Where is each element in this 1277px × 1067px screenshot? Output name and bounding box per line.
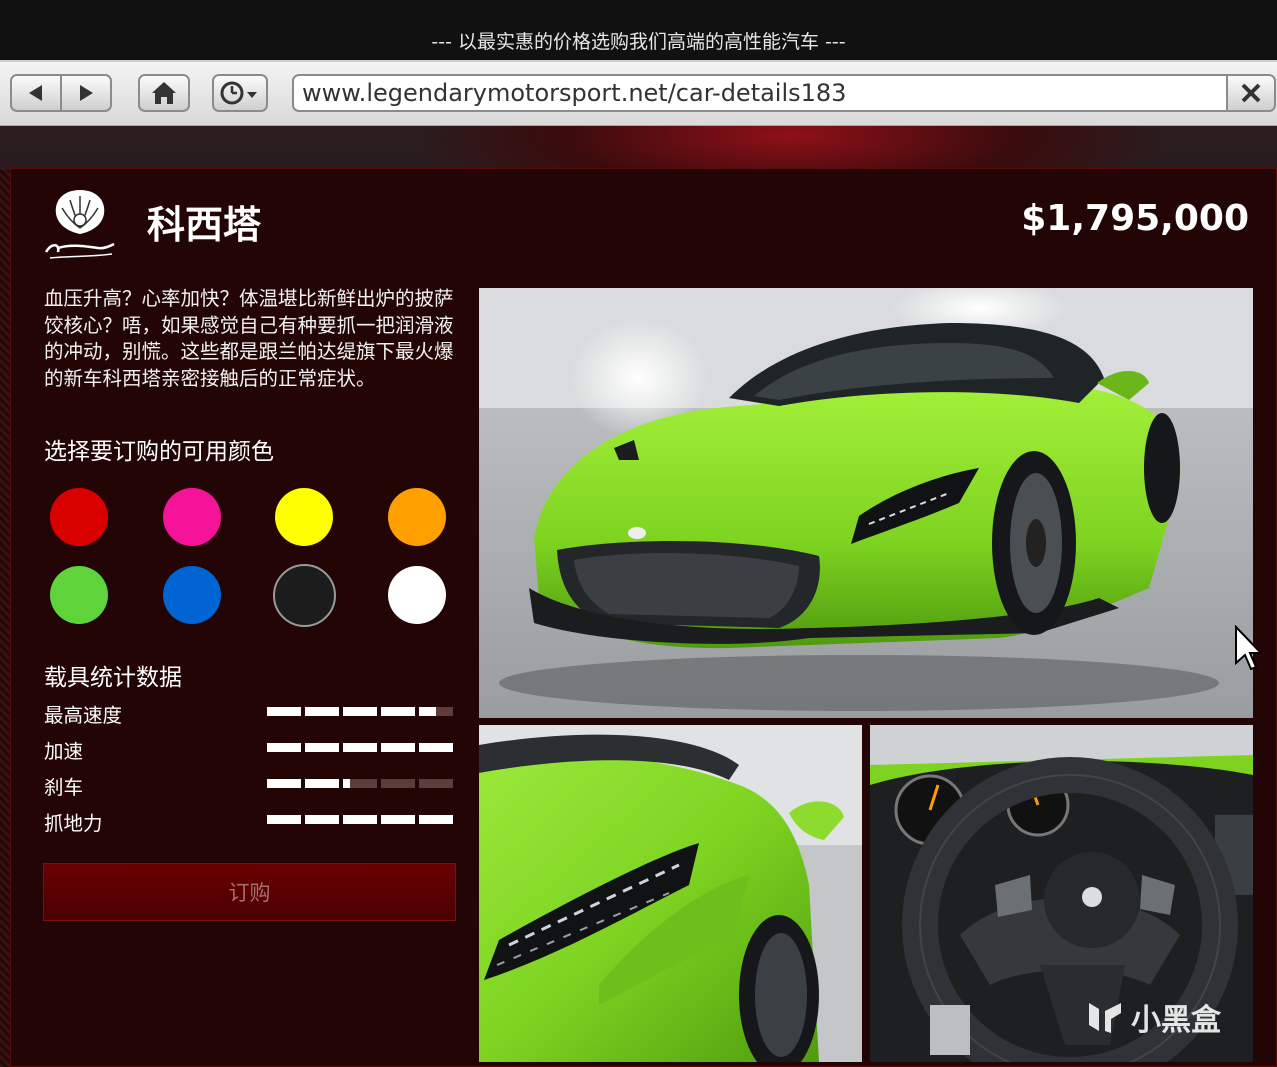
stat-segment — [343, 779, 377, 788]
home-icon — [152, 82, 176, 104]
stat-segment — [381, 815, 415, 824]
color-swatch-yellow[interactable] — [275, 488, 333, 546]
stat-label: 最高速度 — [44, 704, 123, 727]
car-name: 科西塔 — [147, 203, 262, 247]
stat-label: 加速 — [44, 740, 84, 763]
nav-buttons — [10, 74, 112, 112]
car-description: 血压升高？心率加快？体温堪比新鲜出炉的披萨饺核心？唔，如果感觉自己有种要抓一把润… — [44, 287, 454, 390]
stat-segment — [381, 779, 415, 788]
forward-button[interactable] — [60, 76, 110, 110]
stat-segment-fill — [305, 707, 339, 716]
color-swatch-orange[interactable] — [388, 488, 446, 546]
stat-segment-fill — [267, 707, 301, 716]
stat-segment — [267, 779, 301, 788]
stat-segment — [343, 743, 377, 752]
stat-label: 抓地力 — [44, 812, 103, 835]
watermark: 小黑盒 — [1085, 995, 1221, 1039]
window-title-bar: --- 以最实惠的价格选购我们高端的高性能汽车 --- — [0, 0, 1277, 60]
stat-segment — [419, 743, 453, 752]
stat-segment-fill — [419, 707, 436, 716]
color-swatch-green[interactable] — [50, 566, 108, 624]
history-button[interactable] — [212, 74, 268, 112]
color-swatch-blue[interactable] — [163, 566, 221, 624]
color-selection-heading: 选择要订购的可用颜色 — [44, 439, 274, 465]
stat-segment — [267, 707, 301, 716]
window-title: --- 以最实惠的价格选购我们高端的高性能汽车 --- — [431, 30, 846, 53]
stat-bar-traction — [267, 815, 455, 824]
stat-row-traction: 抓地力 — [44, 807, 456, 835]
car-price: $1,795,000 — [1021, 198, 1249, 239]
forward-arrow-icon — [80, 85, 93, 101]
stat-segment-fill — [305, 743, 339, 752]
stat-segment — [343, 815, 377, 824]
url-bar[interactable]: www.legendarymotorsport.net/car-details1… — [292, 74, 1228, 112]
stat-segment-fill — [305, 815, 339, 824]
stat-segment-fill — [343, 815, 377, 824]
close-icon — [1241, 83, 1261, 103]
stat-segment-fill — [305, 779, 339, 788]
stat-segment — [381, 743, 415, 752]
stat-segment — [305, 743, 339, 752]
stat-segment — [419, 707, 453, 716]
stat-segment — [305, 779, 339, 788]
stat-segment — [267, 815, 301, 824]
stat-label: 刹车 — [44, 776, 84, 799]
stat-segment — [305, 815, 339, 824]
car-photo-main[interactable] — [479, 288, 1253, 718]
color-swatch-black[interactable] — [273, 564, 336, 627]
home-button[interactable] — [138, 74, 190, 112]
stat-segment — [343, 707, 377, 716]
stat-segment — [419, 779, 453, 788]
stat-segment-fill — [419, 815, 453, 824]
stat-bar-braking — [267, 779, 455, 788]
stat-row-braking: 刹车 — [44, 771, 456, 799]
lampadati-logo — [44, 190, 115, 259]
stat-segment-fill — [267, 743, 301, 752]
stat-bar-top-speed — [267, 707, 455, 716]
back-button[interactable] — [12, 76, 60, 110]
browser-toolbar: www.legendarymotorsport.net/car-details1… — [0, 60, 1277, 126]
color-swatch-red[interactable] — [50, 488, 108, 546]
order-button[interactable]: 订购 — [43, 863, 456, 921]
stat-segment-fill — [381, 743, 415, 752]
car-photo-headlight[interactable] — [479, 725, 862, 1062]
stat-segment-fill — [267, 815, 301, 824]
watermark-text: 小黑盒 — [1131, 1003, 1221, 1038]
stat-segment-fill — [419, 743, 453, 752]
close-button[interactable] — [1226, 74, 1276, 112]
stat-segment-fill — [381, 815, 415, 824]
stat-segment-fill — [381, 707, 415, 716]
stat-segment-fill — [343, 743, 377, 752]
stat-segment — [381, 707, 415, 716]
stat-row-top-speed: 最高速度 — [44, 699, 456, 727]
back-arrow-icon — [29, 85, 42, 101]
mouse-cursor-icon — [1235, 625, 1262, 671]
stat-segment — [419, 815, 453, 824]
stat-segment — [267, 743, 301, 752]
stat-segment-fill — [343, 707, 377, 716]
history-clock-icon — [220, 81, 257, 105]
color-swatch-pink[interactable] — [163, 488, 221, 546]
color-swatch-white[interactable] — [388, 566, 446, 624]
stat-row-acceleration: 加速 — [44, 735, 456, 763]
stat-bar-acceleration — [267, 743, 455, 752]
stat-segment-fill — [343, 779, 350, 788]
stat-segment — [305, 707, 339, 716]
stat-segment-fill — [267, 779, 301, 788]
page-edge-pattern — [0, 170, 10, 1067]
vehicle-stats-heading: 载具统计数据 — [44, 665, 182, 691]
watermark-logo-icon — [1089, 1003, 1121, 1033]
